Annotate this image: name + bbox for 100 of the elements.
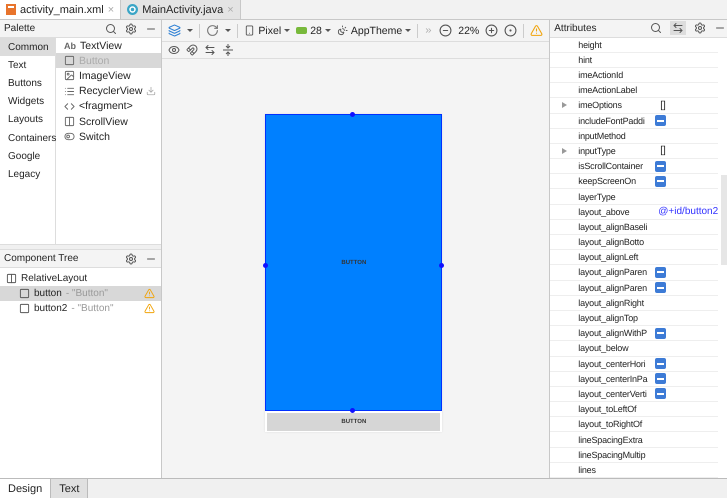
button-widget-icon [64, 55, 75, 66]
attribute-name: imeOptions [578, 100, 623, 110]
fit-screen-icon[interactable] [504, 24, 518, 37]
settings-icon[interactable] [125, 22, 138, 34]
panel-title: Component Tree [4, 253, 80, 264]
settings-icon[interactable] [694, 22, 706, 34]
theme-icon [336, 25, 348, 36]
list-icon [64, 86, 75, 97]
attribute-value[interactable]: @+id/button2 [654, 206, 718, 218]
attribute-name: layout_centerInPa [578, 374, 649, 384]
palette-category[interactable]: Text [0, 56, 55, 74]
attribute-value[interactable]: [] [654, 145, 666, 156]
class-file-icon [127, 4, 138, 15]
palette-item[interactable]: Switch [56, 129, 162, 144]
attribute-name: layout_centerVerti [578, 388, 648, 399]
tree-item[interactable]: button2 - "Button" [0, 301, 162, 316]
attribute-name: layout_below [578, 343, 630, 354]
theme-dropdown[interactable]: AppTheme [336, 24, 412, 36]
xml-file-icon [6, 4, 16, 15]
attribute-name: height [578, 40, 603, 50]
flag-icon[interactable] [655, 282, 666, 294]
attribute-name: layout_alignBaseli [578, 222, 648, 232]
attribute-name: layout_alignLeft [578, 252, 640, 262]
scrollbar[interactable] [721, 174, 727, 265]
rotate-icon[interactable] [206, 24, 220, 37]
attribute-name: layout_toLeftOf [578, 404, 638, 414]
switch-icon [64, 131, 75, 142]
attribute-name: includeFontPaddi [578, 116, 646, 126]
zoom-out-icon[interactable] [439, 24, 452, 37]
editor-mode-tab[interactable]: Design [0, 479, 52, 498]
expand-icon[interactable] [562, 148, 567, 154]
layers-icon[interactable] [168, 24, 182, 37]
palette-category[interactable]: Widgets [0, 92, 55, 111]
warning-icon[interactable] [144, 303, 156, 314]
tree-item[interactable]: button - "Button" [0, 286, 162, 301]
eye-icon[interactable] [168, 44, 180, 56]
attribute-name: layout_alignWithP [578, 328, 648, 338]
search-icon[interactable] [650, 22, 662, 34]
attribute-name: imeActionLabel [578, 85, 638, 96]
attribute-value[interactable]: [] [654, 100, 666, 111]
attribute-name: layout_alignParen [578, 267, 648, 278]
flag-icon[interactable] [655, 373, 666, 384]
attribute-name: isScrollContainer [578, 161, 644, 172]
palette-category[interactable]: Common [0, 38, 55, 56]
panel-title: Attributes [554, 22, 598, 34]
phone-icon [244, 25, 256, 36]
attribute-name: inputMethod [578, 130, 627, 141]
editor-tab[interactable]: activity_main.xml × [0, 0, 122, 19]
download-icon[interactable] [146, 86, 156, 96]
attribute-name: layout_alignRight [578, 298, 645, 308]
flag-icon[interactable] [655, 115, 666, 126]
attribute-name: layerType [578, 192, 616, 202]
palette-item[interactable]: ScrollView [56, 114, 162, 130]
android-icon [296, 27, 308, 34]
palette-item[interactable]: Ab TextView [56, 38, 162, 54]
zoom-level: 22% [458, 24, 480, 36]
image-icon [64, 70, 75, 82]
palette-category[interactable]: Layouts [0, 110, 55, 129]
attribute-name: lineSpacingExtra [578, 434, 644, 445]
attribute-name: keepScreenOn [578, 176, 637, 186]
button-widget-icon [19, 303, 30, 314]
attribute-name: layout_alignTop [578, 313, 639, 324]
swap-icon[interactable] [670, 21, 686, 36]
palette-item[interactable]: <fragment> [56, 98, 162, 114]
attribute-name: lineSpacingMultip [578, 450, 646, 460]
palette-item[interactable]: RecyclerView [56, 84, 162, 99]
palette-category[interactable]: Containers [0, 128, 55, 148]
attribute-name: layout_above [578, 206, 630, 217]
attribute-name: layout_centerHori [578, 358, 646, 369]
flag-icon[interactable] [655, 176, 666, 187]
zoom-in-icon[interactable] [485, 24, 498, 37]
attribute-name: layout_alignParen [578, 282, 648, 293]
vertical-guideline-icon[interactable] [222, 44, 234, 56]
text-view-icon: Ab [64, 40, 76, 51]
code-icon [64, 100, 75, 112]
flag-icon[interactable] [655, 358, 666, 370]
attribute-name: imeActionId [578, 70, 624, 80]
device-dropdown[interactable]: Pixel [244, 24, 290, 36]
flag-icon[interactable] [655, 160, 666, 172]
scroll-view-icon [64, 116, 75, 128]
palette-category[interactable]: Google [0, 147, 55, 166]
editor-mode-tab[interactable]: Text [51, 479, 88, 498]
button-widget-icon [19, 288, 30, 299]
panel-title: Palette [4, 23, 36, 34]
tree-item[interactable]: RelativeLayout [0, 271, 162, 286]
palette-item[interactable]: ImageView [56, 68, 162, 84]
search-icon[interactable] [105, 22, 118, 34]
attribute-name: lines [578, 464, 597, 475]
expand-icon[interactable] [562, 102, 567, 108]
magnet-icon[interactable] [186, 44, 198, 56]
api-dropdown[interactable]: 28 [296, 24, 331, 36]
flag-icon[interactable] [655, 266, 666, 278]
palette-category[interactable]: Buttons [0, 74, 55, 93]
flag-icon[interactable] [655, 328, 666, 339]
palette-category[interactable]: Legacy [0, 165, 55, 184]
settings-icon[interactable] [125, 252, 138, 264]
layout-icon [6, 273, 17, 284]
flag-icon[interactable] [655, 388, 666, 400]
horizontal-guideline-icon[interactable] [204, 44, 216, 56]
editor-tab[interactable]: MainActivity.java × [121, 0, 241, 19]
